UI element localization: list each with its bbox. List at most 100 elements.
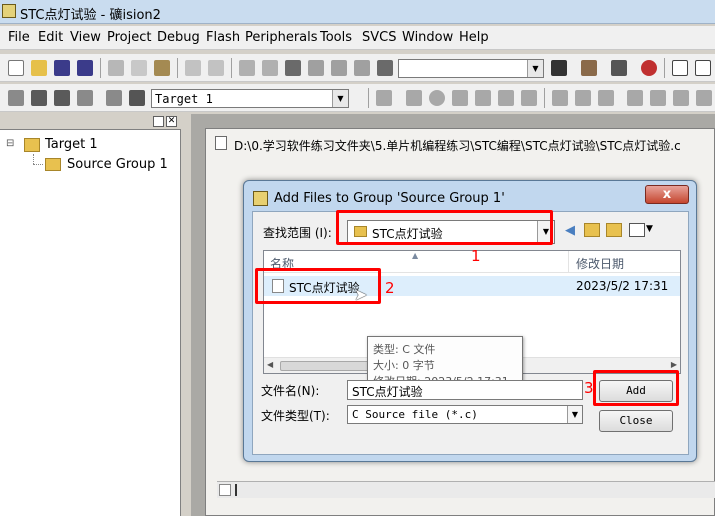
c-file-icon [215,136,227,150]
step-out-icon[interactable] [498,90,514,106]
find-icon[interactable] [551,60,567,76]
paste-icon[interactable] [154,60,170,76]
tree-collapse-icon[interactable]: ⊟ [6,138,14,149]
print-icon[interactable] [611,60,627,76]
menu-window[interactable]: Window [402,30,453,45]
new-file-icon[interactable] [8,60,24,76]
redo-icon[interactable] [208,60,224,76]
scroll-right-icon[interactable]: ▶ [671,360,677,369]
highlight-box-file [255,268,381,304]
save-all-icon[interactable] [77,60,93,76]
group-folder-icon [45,158,61,171]
separator [231,58,232,78]
build-icon[interactable] [31,90,47,106]
look-in-label: 查找范围 (I): [263,226,332,240]
menu-peripherals[interactable]: Peripherals [245,30,318,45]
column-date[interactable]: 修改日期 [576,255,624,272]
editor-horizontal-scrollbar[interactable] [217,481,715,498]
save-icon[interactable] [54,60,70,76]
run-to-cursor-icon[interactable] [521,90,537,106]
bookmark-next-icon[interactable] [308,60,324,76]
filetype-select[interactable]: C Source file (*.c) ▼ [347,405,583,424]
translate-icon[interactable] [8,90,24,106]
unindent-icon[interactable] [262,60,278,76]
window-icon[interactable] [672,60,688,76]
column-divider[interactable] [568,251,569,273]
tree-line [33,164,43,165]
cut-icon[interactable] [108,60,124,76]
bookmark-prev-icon[interactable] [331,60,347,76]
panel-pin-icon[interactable] [153,116,164,127]
serial-icon[interactable] [650,90,666,106]
find-in-files-icon[interactable] [377,60,393,76]
step-into-icon[interactable] [452,90,468,106]
separator [100,58,101,78]
tooltip-type: 类型: C 文件 [373,343,436,356]
target-folder-icon [24,138,40,152]
menu-help[interactable]: Help [459,30,489,45]
scroll-left-icon[interactable] [219,484,231,496]
stop-build-icon[interactable] [77,90,93,106]
incremental-find-icon[interactable] [581,60,597,76]
tree-source-group[interactable]: Source Group 1 [67,157,168,172]
close-icon[interactable]: ✕ [166,116,177,127]
scroll-position-marker [235,484,237,496]
back-arrow-icon[interactable]: ◀ [565,224,579,238]
chevron-down-icon[interactable]: ▼ [567,406,582,423]
chevron-down-icon[interactable]: ▼ [332,90,348,107]
annotation-step-3: 3 [584,379,594,397]
menu-edit[interactable]: Edit [38,30,63,45]
bookmark-icon[interactable] [285,60,301,76]
undo-icon[interactable] [185,60,201,76]
separator [177,58,178,78]
target-select-value: Target 1 [155,92,213,106]
file-row-date: 2023/5/2 17:31 [576,279,669,293]
filetype-label: 文件类型(T): [261,409,330,423]
menu-view[interactable]: View [70,30,101,45]
filename-label: 文件名(N): [261,384,320,398]
filetype-value: C Source file (*.c) [352,408,478,421]
show-next-statement-icon[interactable] [552,90,568,106]
copy-icon[interactable] [131,60,147,76]
dialog-close-button[interactable]: x [645,185,689,204]
view-menu-icon[interactable] [629,223,645,237]
editor-file-path: D:\0.学习软件练习文件夹\5.单片机编程练习\STC编程\STC点灯试验\S… [234,139,681,153]
window-tile-icon[interactable] [695,60,711,76]
menu-debug[interactable]: Debug [157,30,200,45]
indent-icon[interactable] [239,60,255,76]
reset-icon[interactable] [376,90,392,106]
menu-project[interactable]: Project [107,30,151,45]
up-folder-icon[interactable] [584,223,600,237]
chevron-down-icon[interactable]: ▼ [527,60,543,77]
rebuild-icon[interactable] [54,90,70,106]
menu-svcs[interactable]: SVCS [362,30,396,45]
open-folder-icon[interactable] [31,60,47,76]
memory-icon[interactable] [627,90,643,106]
tree-target[interactable]: Target 1 [45,137,98,152]
target-options-icon[interactable] [129,90,145,106]
disassembly-icon[interactable] [575,90,591,106]
menu-tools[interactable]: Tools [320,30,352,45]
run-icon[interactable] [406,90,422,106]
debug-session-icon[interactable] [641,60,657,76]
bookmark-clear-icon[interactable] [354,60,370,76]
step-over-icon[interactable] [475,90,491,106]
performance-icon[interactable] [696,90,712,106]
menu-bar: File Edit View Project Debug Flash Perip… [0,26,715,50]
target-select[interactable]: Target 1 ▼ [151,89,349,108]
highlight-box-look-in [336,210,553,245]
close-button[interactable]: Close [599,410,673,432]
code-coverage-icon[interactable] [673,90,689,106]
build-toolbar: Target 1 ▼ [0,84,715,112]
filename-input[interactable]: STC点灯试验 [347,380,583,400]
tooltip-size: 大小: 0 字节 [373,359,435,372]
scroll-left-icon[interactable]: ◀ [267,360,273,369]
view-dropdown-icon[interactable]: ▼ [646,224,653,234]
new-folder-icon[interactable] [606,223,622,237]
watch-icon[interactable] [598,90,614,106]
menu-file[interactable]: File [8,30,30,45]
find-combobox[interactable]: ▼ [398,59,544,78]
menu-flash[interactable]: Flash [206,30,240,45]
stop-icon[interactable] [429,90,445,106]
load-icon[interactable] [106,90,122,106]
